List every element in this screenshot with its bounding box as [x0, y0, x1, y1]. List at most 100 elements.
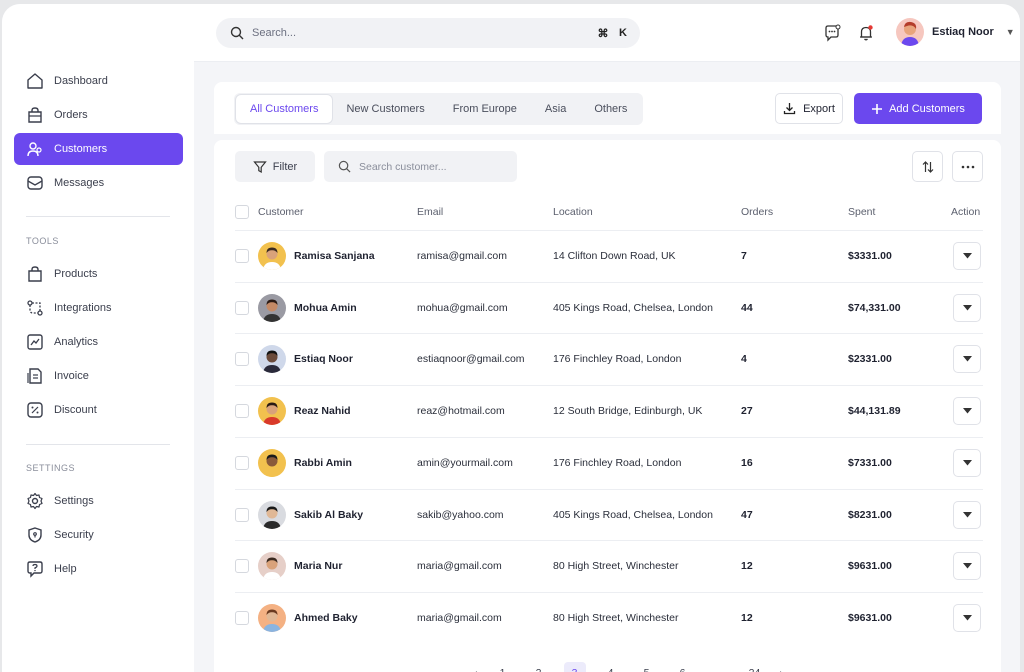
column-header-location[interactable]: Location	[553, 206, 593, 218]
sidebar-item-security[interactable]: Security	[14, 519, 183, 551]
table-row[interactable]: Ramisa Sanjana ramisa@gmail.com 14 Clifton…	[235, 230, 983, 282]
user-name: Estiaq Noor	[932, 26, 994, 38]
sidebar-item-label: Products	[54, 268, 98, 280]
customer-spent: $7331.00	[848, 456, 892, 469]
row-checkbox[interactable]	[235, 300, 249, 315]
customer-name: Estiaq Noor	[294, 353, 353, 366]
customer-name: Mohua Amin	[294, 301, 357, 314]
export-label: Export	[803, 102, 835, 115]
sidebar-item-customers[interactable]: Customers	[14, 133, 183, 165]
row-action-button[interactable]	[953, 345, 981, 374]
user-menu[interactable]: Estiaq Noor ▼	[896, 18, 1015, 46]
page-button[interactable]: 1	[492, 662, 514, 672]
row-action-button[interactable]	[953, 293, 981, 322]
sidebar-item-settings[interactable]: Settings	[14, 485, 183, 517]
row-action-button[interactable]	[953, 397, 981, 426]
customer-orders: 27	[741, 405, 753, 418]
more-options-button[interactable]	[952, 151, 983, 182]
page-button[interactable]: 3	[563, 662, 586, 672]
row-action-button[interactable]	[953, 603, 981, 632]
sidebar-item-label: Dashboard	[54, 75, 108, 87]
row-checkbox[interactable]	[235, 610, 249, 625]
sidebar-divider	[26, 444, 170, 445]
chevron-left-icon[interactable]: ‹	[474, 667, 478, 672]
row-checkbox[interactable]	[235, 455, 249, 470]
export-button[interactable]: Export	[775, 93, 843, 124]
avatar	[258, 345, 286, 374]
box-icon	[26, 265, 44, 283]
page-button[interactable]: 6	[672, 662, 694, 672]
table-row[interactable]: Maria Nur maria@gmail.com 80 High Street, …	[235, 540, 983, 592]
page-button[interactable]: 24	[744, 662, 766, 672]
column-header-spent[interactable]: Spent	[848, 206, 875, 218]
column-header-customer[interactable]: Customer	[258, 206, 304, 218]
pagination: ‹ 1 2 3 4 5 6... 24 ›	[474, 662, 783, 672]
tab-asia[interactable]: Asia	[531, 95, 580, 123]
row-checkbox[interactable]	[235, 352, 249, 367]
message-icon	[26, 174, 44, 192]
customer-orders: 12	[741, 611, 753, 624]
sidebar-item-orders[interactable]: Orders	[14, 99, 183, 131]
table-row[interactable]: Ahmed Baky maria@gmail.com 80 High Street,…	[235, 591, 983, 644]
row-checkbox[interactable]	[235, 249, 249, 263]
customer-name: Ramisa Sanjana	[294, 250, 375, 262]
tab-others[interactable]: Others	[580, 95, 641, 123]
row-checkbox[interactable]	[235, 559, 249, 574]
chevron-right-icon[interactable]: ›	[780, 667, 784, 672]
page-button[interactable]: ...	[708, 662, 730, 672]
sidebar-item-label: Customers	[54, 143, 108, 155]
customer-spent: $3331.00	[848, 250, 892, 262]
bell-icon[interactable]	[856, 23, 876, 43]
row-action-button[interactable]	[953, 448, 981, 477]
customer-spent: $74,331.00	[848, 301, 901, 314]
select-all-checkbox[interactable]	[235, 205, 249, 219]
row-action-button[interactable]	[953, 552, 981, 581]
sidebar-item-integrations[interactable]: Integrations	[14, 292, 183, 324]
table-row[interactable]: Mohua Amin mohua@gmail.com 405 Kings Road,…	[235, 281, 983, 334]
sidebar-item-label: Discount	[54, 404, 97, 416]
discount-icon	[26, 401, 44, 419]
page-button[interactable]: 5	[636, 662, 658, 672]
table-row[interactable]: Estiaq Noor estiaqnoor@gmail.com 176 Finch…	[235, 333, 983, 385]
command-key: ⌘	[597, 27, 609, 40]
sidebar-item-products[interactable]: Products	[14, 258, 183, 290]
row-checkbox[interactable]	[235, 404, 249, 419]
sidebar-item-invoice[interactable]: Invoice	[14, 360, 183, 392]
table-row[interactable]: Rabbi Amin amin@yourmail.com 176 Finchley …	[235, 436, 983, 489]
customer-email: maria@gmail.com	[417, 611, 502, 624]
row-action-button[interactable]	[953, 500, 981, 529]
sort-button[interactable]	[912, 151, 943, 182]
global-search[interactable]: Search... ⌘ K	[216, 18, 640, 48]
page-button[interactable]: 4	[600, 662, 622, 672]
search-input[interactable]: Search...	[252, 27, 596, 39]
add-customers-label: Add Customers	[889, 102, 965, 115]
customer-orders: 47	[741, 508, 753, 521]
column-header-orders[interactable]: Orders	[741, 206, 773, 218]
search-icon	[230, 26, 244, 40]
customer-search-input[interactable]: Search customer...	[359, 161, 447, 173]
table-row[interactable]: Sakib Al Baky sakib@yahoo.com 405 Kings Ro…	[235, 488, 983, 541]
home-icon	[26, 72, 44, 90]
table-row[interactable]: Reaz Nahid reaz@hotmail.com 12 South Bridg…	[235, 385, 983, 437]
row-checkbox[interactable]	[235, 507, 249, 522]
tab-from-europe[interactable]: From Europe	[439, 95, 531, 123]
section-label-tools: TOOLS	[26, 236, 59, 246]
chevron-down-icon: ▼	[1005, 27, 1015, 37]
row-action-button[interactable]	[953, 242, 981, 270]
topbar: Search... ⌘ K Estiaq Noor ▼	[194, 4, 1020, 62]
sidebar-item-discount[interactable]: Discount	[14, 394, 183, 426]
sidebar-item-help[interactable]: Help	[14, 553, 183, 585]
customer-search[interactable]: Search customer...	[324, 151, 517, 182]
page-button[interactable]: 2	[528, 662, 550, 672]
filter-button[interactable]: Filter	[235, 151, 315, 182]
customer-name: Maria Nur	[294, 560, 343, 573]
tab-new-customers[interactable]: New Customers	[332, 95, 438, 123]
column-header-email[interactable]: Email	[417, 206, 443, 218]
customer-orders: 12	[741, 560, 753, 573]
sidebar-item-dashboard[interactable]: Dashboard	[14, 65, 183, 97]
chat-icon[interactable]	[822, 23, 842, 43]
add-customers-button[interactable]: Add Customers	[854, 93, 982, 124]
sidebar-item-analytics[interactable]: Analytics	[14, 326, 183, 358]
tab-all-customers[interactable]: All Customers	[236, 95, 333, 123]
sidebar-item-messages[interactable]: Messages	[14, 167, 183, 199]
